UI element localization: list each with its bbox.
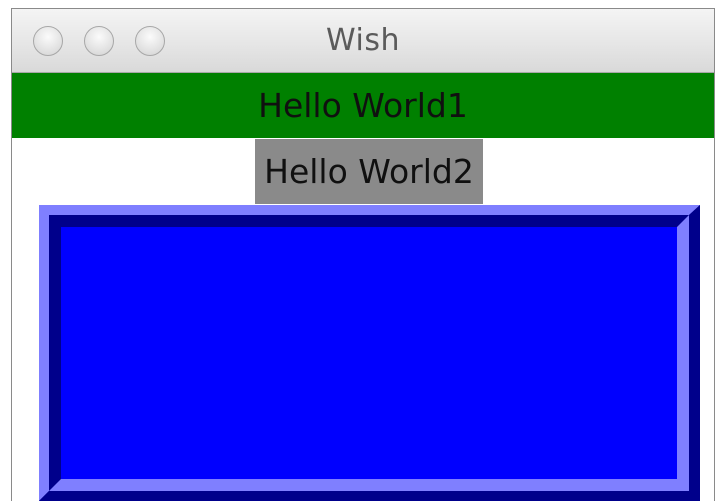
hello-world2-label: Hello World2 bbox=[255, 139, 483, 204]
blue-raised-frame bbox=[39, 205, 700, 501]
frame-bevel bbox=[39, 205, 700, 501]
hello-world1-label: Hello World1 bbox=[12, 73, 714, 138]
window-title: Wish bbox=[326, 23, 400, 58]
frame-fill bbox=[61, 227, 677, 479]
wish-window: Wish Hello World1 Hello World2 bbox=[11, 8, 715, 501]
title-bar[interactable]: Wish bbox=[12, 9, 714, 73]
